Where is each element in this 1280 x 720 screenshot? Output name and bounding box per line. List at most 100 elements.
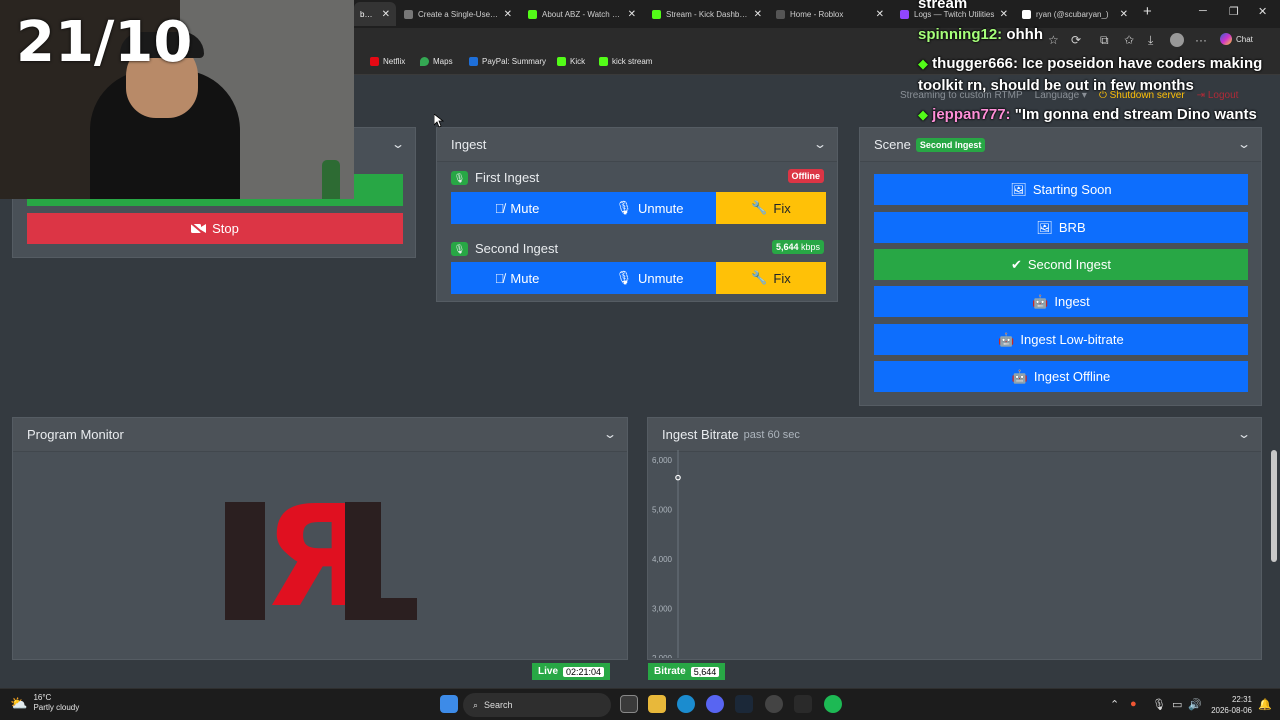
tab-roblox[interactable]: Home - Roblox ✕ [770, 2, 890, 26]
obs-icon[interactable] [765, 695, 783, 713]
close-tab-icon[interactable]: ✕ [504, 9, 512, 20]
profile-avatar[interactable] [1170, 33, 1184, 47]
scene-label: Ingest Offline [1033, 369, 1111, 384]
bookmark-kick[interactable]: Kick [557, 57, 585, 66]
button-label: Fix [773, 200, 791, 216]
microphone-icon[interactable]: 🎙 [1152, 698, 1166, 711]
clock[interactable]: 22:31 2026-08-06 [1211, 694, 1252, 716]
clock-time: 22:31 [1231, 695, 1252, 704]
chat-message: "Im gonna end stream Dino wants [1014, 106, 1257, 123]
star-icon[interactable]: ☆ [1048, 33, 1059, 47]
file-explorer-icon[interactable] [648, 695, 666, 713]
close-tab-icon[interactable]: ✕ [876, 9, 884, 20]
maximize-icon[interactable]: ❐ [1229, 5, 1239, 18]
extensions-icon[interactable]: ⧉ [1100, 33, 1109, 48]
microphone-icon: 🎙 [615, 200, 632, 215]
start-icon[interactable] [440, 695, 458, 713]
twitch-icon [900, 9, 909, 19]
wrench-icon: 🔧 [751, 200, 768, 215]
microphone-icon: 🎙 [615, 270, 632, 285]
weather-widget[interactable]: ⛅ 16°C Partly cloudy [10, 693, 79, 713]
close-tab-icon[interactable]: ✕ [1000, 9, 1008, 20]
steam-icon[interactable] [735, 695, 753, 713]
scene-label: Ingest Low-bitrate [1020, 332, 1124, 347]
unmute-button[interactable]: 🎙 Unmute [583, 192, 716, 224]
close-tab-icon[interactable]: ✕ [754, 9, 762, 20]
chevron-down-icon[interactable]: ⌄ [1237, 137, 1251, 151]
robot-icon: 🤖 [1032, 293, 1049, 309]
unmute-button[interactable]: 🎙 Unmute [583, 262, 716, 294]
taskbar-search[interactable]: ⌕ Search [463, 693, 611, 717]
tab-x-profile[interactable]: ryan (@scubaryan_) ✕ [1016, 2, 1134, 26]
chevron-down-icon[interactable]: ⌄ [1237, 427, 1251, 441]
copilot-icon [1220, 33, 1232, 45]
close-tab-icon[interactable]: ✕ [1120, 9, 1128, 20]
bookmark-paypal[interactable]: PayPal: Summary [469, 57, 546, 66]
volume-icon[interactable]: 🔊 [1188, 698, 1202, 711]
bookmark-kick-stream[interactable]: kick stream [599, 57, 652, 66]
kick-icon [652, 9, 661, 19]
card-title: Program Monitor [27, 427, 124, 442]
close-window-icon[interactable]: ✕ [1258, 5, 1267, 18]
spotify-icon[interactable] [824, 695, 842, 713]
fix-button[interactable]: 🔧 Fix [716, 262, 826, 294]
scene-button-starting-soon[interactable]: 🖼 Starting Soon [874, 174, 1248, 205]
edge-icon[interactable] [677, 695, 695, 713]
terminal-icon[interactable] [794, 695, 812, 713]
bookmark-label: Maps [433, 57, 453, 66]
kick-icon [599, 57, 608, 66]
tab-single-use[interactable]: Create a Single-Use Tie ✕ [398, 2, 518, 26]
x-icon [1022, 9, 1031, 19]
chevron-up-icon[interactable]: ⌃ [1110, 698, 1119, 711]
close-tab-icon[interactable]: ✕ [382, 9, 390, 20]
copilot-chat-button[interactable]: Chat [1220, 33, 1253, 45]
close-tab-icon[interactable]: ✕ [628, 9, 636, 20]
tab-about-abz[interactable]: About ABZ - Watch Live ✕ [522, 2, 642, 26]
app-tray-icon[interactable]: ● [1130, 698, 1137, 710]
chevron-down-icon[interactable]: ⌄ [603, 427, 617, 441]
task-view-icon[interactable] [620, 695, 638, 713]
live-time: 02:21:04 [563, 666, 605, 677]
chevron-down-icon[interactable]: ⌄ [391, 137, 405, 151]
notification-icon[interactable]: 🔔 [1258, 698, 1272, 711]
roblox-icon [776, 9, 785, 19]
download-icon[interactable]: ⤓ [1148, 33, 1153, 48]
scene-button-brb[interactable]: 🖼 BRB [874, 212, 1248, 243]
discord-icon[interactable] [706, 695, 724, 713]
scrollbar[interactable] [1271, 450, 1277, 562]
clock-date: 2026-08-06 [1211, 706, 1252, 715]
more-icon[interactable]: ··· [1195, 33, 1207, 47]
logout-link[interactable]: ⇥ Logout [1197, 90, 1239, 101]
tab-dashboard[interactable]: board ✕ [354, 2, 396, 26]
chevron-down-icon[interactable]: ⌄ [813, 137, 827, 151]
scene-button-ingest-low-bitrate[interactable]: 🤖 Ingest Low-bitrate [874, 324, 1248, 355]
scene-card-header: Scene Second Ingest [860, 128, 1261, 162]
tab-label: About ABZ - Watch Live [542, 9, 623, 19]
bookmark-netflix[interactable]: Netflix [370, 57, 405, 66]
ingest-card: Ingest ⌄ 🎙 First Ingest Offline 🎙̸ Mute 🎙… [436, 127, 838, 302]
minimize-icon[interactable]: ─ [1199, 5, 1207, 17]
chat-username: spinning12: [918, 26, 1003, 43]
network-icon[interactable]: ▭ [1172, 698, 1182, 711]
bitrate-status-pill: Bitrate 5,644 [648, 663, 726, 680]
scene-label: BRB [1058, 220, 1086, 235]
windows-taskbar: ⛅ 16°C Partly cloudy ⌕ Search ⌃ ● 🎙 ▭ 🔊 … [0, 688, 1280, 720]
refresh-icon[interactable]: ⟳ [1071, 33, 1081, 47]
scene-button-ingest[interactable]: 🤖 Ingest [874, 286, 1248, 317]
favorites-icon[interactable]: ✩ [1124, 33, 1134, 47]
mute-button[interactable]: 🎙̸ Mute [451, 192, 583, 224]
fix-button[interactable]: 🔧 Fix [716, 192, 826, 224]
stop-button[interactable]: Stop [27, 213, 403, 244]
bookmark-label: kick stream [612, 57, 653, 66]
bookmark-maps[interactable]: Maps [420, 57, 453, 66]
mute-button[interactable]: 🎙̸ Mute [451, 262, 583, 294]
scene-button-ingest-offline[interactable]: 🤖 Ingest Offline [874, 361, 1248, 392]
webcam-bottle [322, 160, 340, 199]
logo-bar-left [225, 502, 265, 620]
new-tab-icon[interactable]: + [1143, 3, 1152, 20]
weather-temp: 16°C [33, 693, 52, 702]
tab-kick-dashboard[interactable]: Stream - Kick Dashboard ✕ [646, 2, 768, 26]
tab-label: Stream - Kick Dashboard [666, 9, 749, 19]
scene-button-second-ingest[interactable]: ✔ Second Ingest [874, 249, 1248, 280]
microphone-slash-icon: 🎙̸ [494, 270, 505, 286]
